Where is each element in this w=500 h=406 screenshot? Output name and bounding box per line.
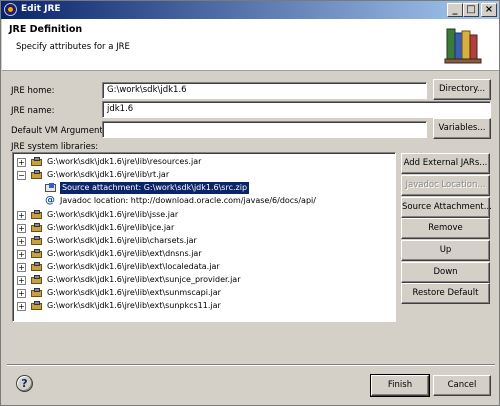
source-attachment-icon	[45, 183, 57, 193]
jar-icon	[31, 157, 43, 167]
jre-home-field[interactable]: G:\work\sdk\jdk1.6	[102, 82, 427, 99]
tree-child-row[interactable]: Source attachment: G:\work\sdk\jdk1.6\sr…	[43, 182, 387, 194]
up-button[interactable]: Up	[401, 240, 490, 261]
vm-args-label: Default VM Arguments:	[11, 126, 111, 136]
restore-default-button[interactable]: Restore Default	[401, 283, 490, 304]
tree-row[interactable]: + G:\work\sdk\jdk1.6\jre\lib\jce.jar	[17, 222, 387, 234]
tree-row[interactable]: + G:\work\sdk\jdk1.6\jre\lib\ext\sunmsca…	[17, 287, 387, 299]
tree-row-label: G:\work\sdk\jdk1.6\jre\lib\ext\sunmscapi…	[47, 288, 221, 297]
minimize-button[interactable]: _	[447, 3, 463, 17]
books-icon	[444, 28, 482, 64]
header-subtitle: Specify attributes for a JRE	[16, 42, 130, 52]
close-button[interactable]: ×	[481, 3, 497, 17]
jar-icon	[31, 249, 43, 259]
libraries-label: JRE system libraries:	[11, 142, 99, 152]
tree-row[interactable]: + G:\work\sdk\jdk1.6\jre\lib\ext\dnsns.j…	[17, 248, 387, 260]
tree-row-label: G:\work\sdk\jdk1.6\jre\lib\resources.jar	[47, 157, 202, 166]
expand-toggle-icon[interactable]: +	[17, 237, 26, 246]
expand-toggle-icon[interactable]: +	[17, 276, 26, 285]
cancel-button[interactable]: Cancel	[433, 375, 491, 396]
finish-button[interactable]: Finish	[370, 374, 430, 397]
jre-name-label: JRE name:	[11, 106, 55, 116]
maximize-button[interactable]: □	[463, 3, 479, 17]
footer-separator	[7, 364, 495, 366]
expand-toggle-icon[interactable]: +	[17, 289, 26, 298]
help-icon[interactable]: ?	[16, 375, 33, 392]
tree-row-label: G:\work\sdk\jdk1.6\jre\lib\rt.jar	[47, 170, 170, 179]
jre-name-field[interactable]: jdk1.6	[102, 101, 491, 118]
jar-icon	[31, 275, 43, 285]
title-bar[interactable]: Edit JRE _ □ ×	[1, 1, 499, 19]
tree-row-label: G:\work\sdk\jdk1.6\jre\lib\ext\sunjce_pr…	[47, 275, 241, 284]
jar-icon	[31, 288, 43, 298]
tree-row[interactable]: + G:\work\sdk\jdk1.6\jre\lib\resources.j…	[17, 156, 387, 168]
source-attachment-button[interactable]: Source Attachment...	[401, 197, 492, 218]
header-title: JRE Definition	[9, 24, 83, 35]
window-title: Edit JRE	[21, 4, 61, 14]
jre-home-label: JRE home:	[11, 86, 55, 96]
expand-toggle-icon[interactable]: +	[17, 263, 26, 272]
tree-child-row[interactable]: @ Javadoc location: http://download.orac…	[43, 195, 387, 207]
eclipse-icon	[4, 3, 17, 16]
add-external-jars-button[interactable]: Add External JARs...	[401, 153, 490, 174]
tree-row[interactable]: + G:\work\sdk\jdk1.6\jre\lib\ext\sunjce_…	[17, 274, 387, 286]
collapse-toggle-icon[interactable]: −	[17, 171, 26, 180]
tree-child-label: Javadoc location: http://download.oracle…	[60, 196, 316, 205]
tree-row[interactable]: − G:\work\sdk\jdk1.6\jre\lib\rt.jar	[17, 169, 387, 181]
jar-icon	[31, 223, 43, 233]
javadoc-location-button[interactable]: Javadoc Location...	[401, 175, 490, 196]
dialog-header: JRE Definition Specify attributes for a …	[2, 19, 499, 71]
tree-row-label: G:\work\sdk\jdk1.6\jre\lib\ext\dnsns.jar	[47, 249, 202, 258]
javadoc-icon: @	[45, 195, 55, 206]
directory-button[interactable]: Directory...	[433, 79, 491, 100]
jar-icon	[31, 236, 43, 246]
jar-icon	[31, 170, 43, 180]
tree-row-label: G:\work\sdk\jdk1.6\jre\lib\ext\sunpkcs11…	[47, 301, 221, 310]
jar-icon	[31, 262, 43, 272]
tree-row[interactable]: + G:\work\sdk\jdk1.6\jre\lib\ext\localed…	[17, 261, 387, 273]
jar-icon	[31, 210, 43, 220]
tree-child-label: Source attachment: G:\work\sdk\jdk1.6\sr…	[60, 182, 250, 194]
edit-jre-dialog: Edit JRE _ □ × JRE Definition Specify at…	[0, 0, 500, 406]
down-button[interactable]: Down	[401, 262, 490, 283]
tree-row[interactable]: + G:\work\sdk\jdk1.6\jre\lib\ext\sunpkcs…	[17, 300, 387, 312]
jar-icon	[31, 301, 43, 311]
expand-toggle-icon[interactable]: +	[17, 211, 26, 220]
tree-row-label: G:\work\sdk\jdk1.6\jre\lib\ext\localedat…	[47, 262, 220, 271]
libraries-tree[interactable]: + G:\work\sdk\jdk1.6\jre\lib\resources.j…	[12, 152, 396, 322]
tree-row[interactable]: + G:\work\sdk\jdk1.6\jre\lib\jsse.jar	[17, 209, 387, 221]
tree-row-label: G:\work\sdk\jdk1.6\jre\lib\charsets.jar	[47, 236, 197, 245]
tree-row-label: G:\work\sdk\jdk1.6\jre\lib\jce.jar	[47, 223, 175, 232]
expand-toggle-icon[interactable]: +	[17, 250, 26, 259]
tree-row-label: G:\work\sdk\jdk1.6\jre\lib\jsse.jar	[47, 210, 179, 219]
expand-toggle-icon[interactable]: +	[17, 302, 26, 311]
vm-args-field[interactable]	[102, 121, 427, 138]
variables-button[interactable]: Variables...	[433, 118, 491, 139]
tree-row[interactable]: + G:\work\sdk\jdk1.6\jre\lib\charsets.ja…	[17, 235, 387, 247]
expand-toggle-icon[interactable]: +	[17, 158, 26, 167]
expand-toggle-icon[interactable]: +	[17, 224, 26, 233]
remove-button[interactable]: Remove	[401, 218, 490, 239]
